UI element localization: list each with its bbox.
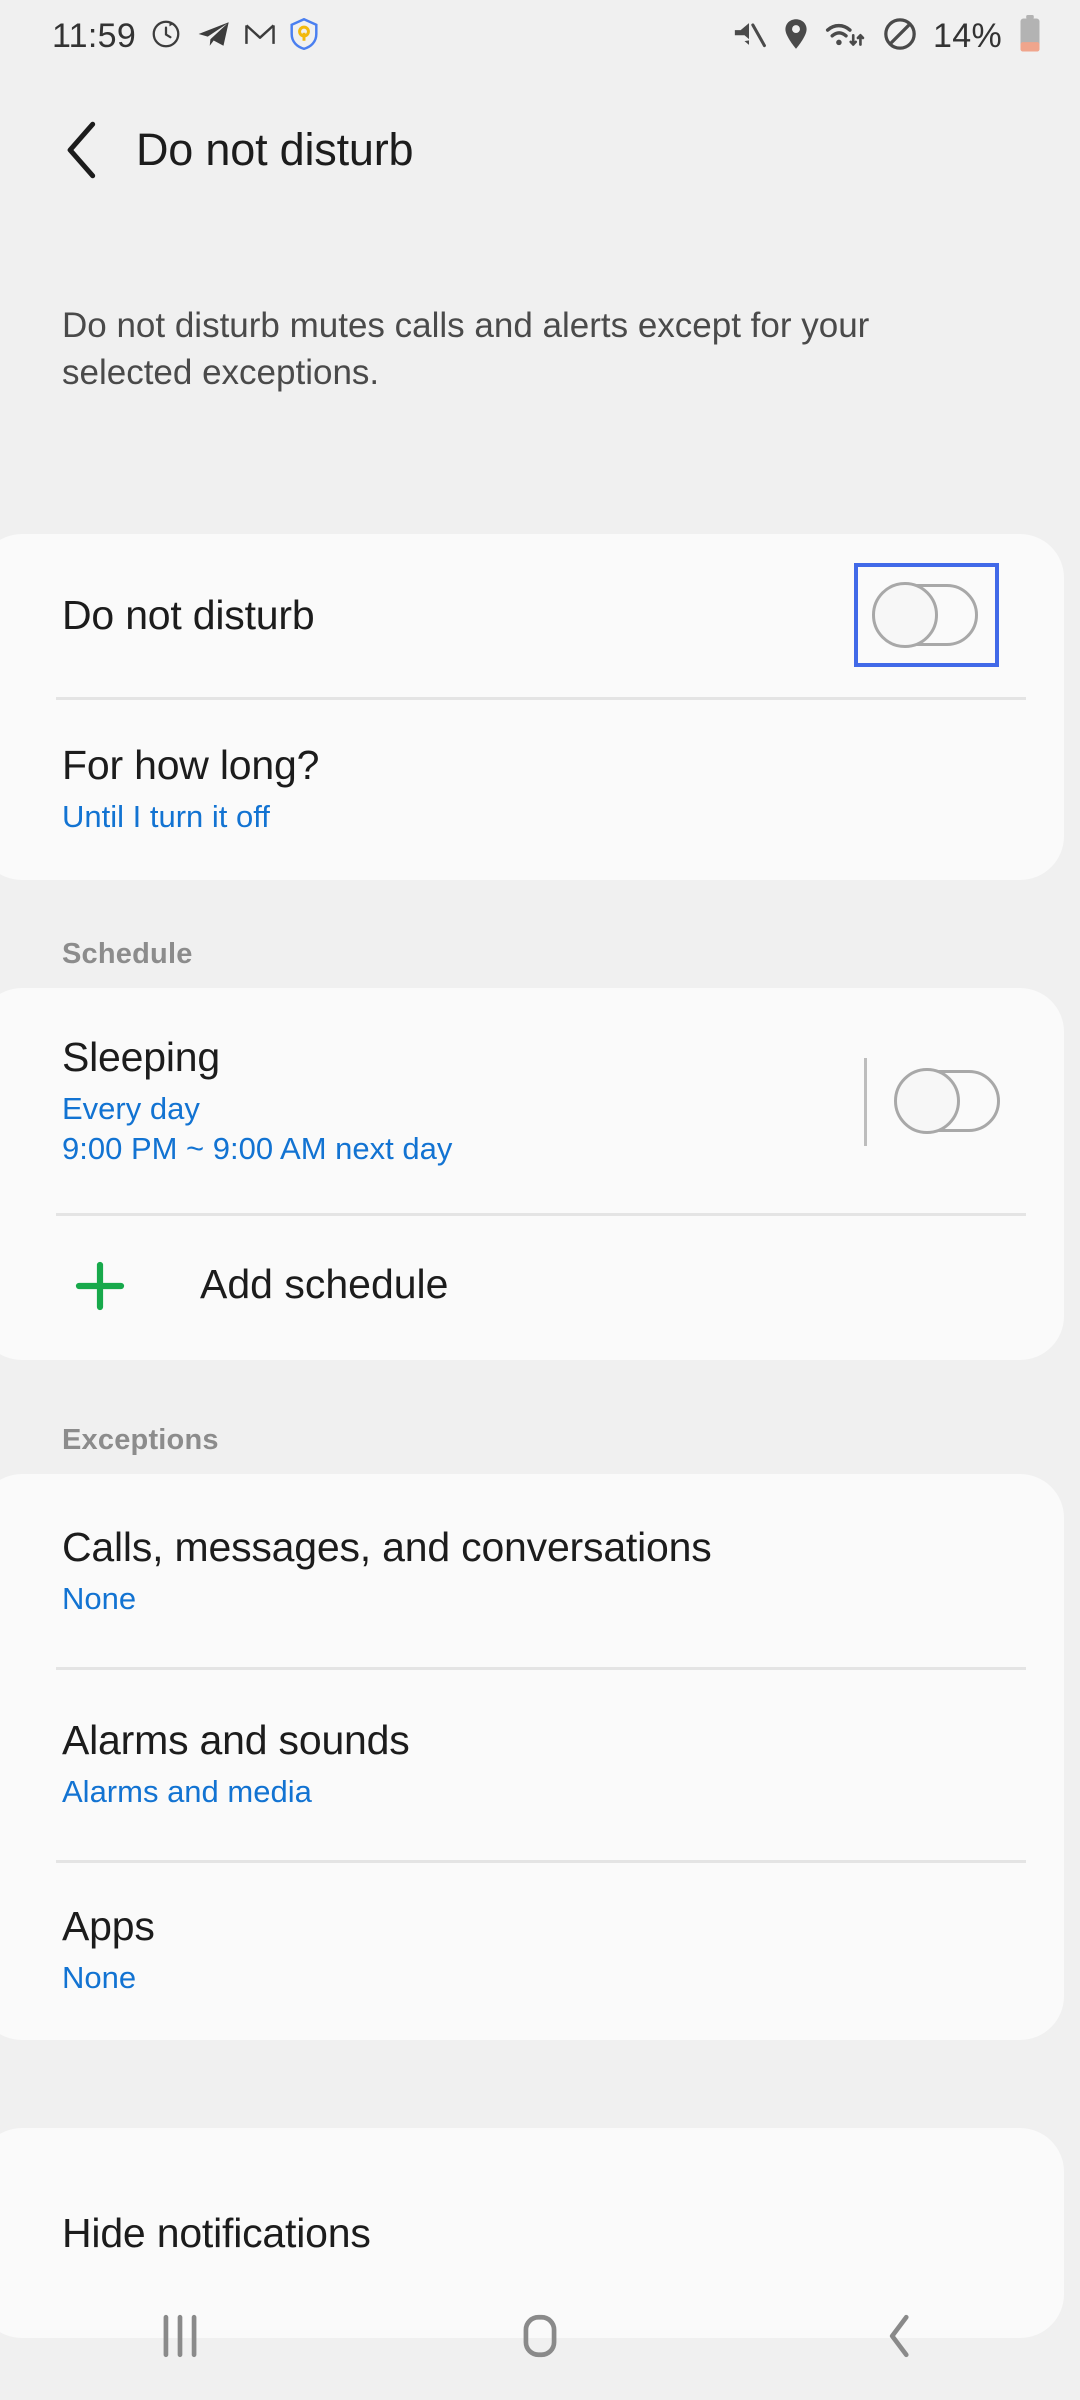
sleeping-toggle-switch[interactable] <box>894 1068 1000 1134</box>
apps-row-text: Apps None <box>0 1903 155 1997</box>
duration-row-title: For how long? <box>62 741 320 788</box>
wifi-icon <box>825 18 867 55</box>
status-bar: 11:59 14% <box>0 0 1080 72</box>
do-not-disturb-icon <box>883 17 917 56</box>
duration-row[interactable]: For how long? Until I turn it off <box>0 697 1064 880</box>
calls-row-text: Calls, messages, and conversations None <box>0 1524 712 1618</box>
dnd-row-text: Do not disturb <box>0 592 315 639</box>
telegram-icon <box>196 19 230 54</box>
exceptions-section-header: Exceptions <box>62 1424 219 1456</box>
mute-icon <box>731 18 767 55</box>
dnd-row[interactable]: Do not disturb <box>0 534 1064 697</box>
sleeping-row-title: Sleeping <box>62 1033 220 1080</box>
status-bar-left: 11:59 <box>52 17 318 56</box>
sleeping-toggle[interactable] <box>894 1068 1000 1134</box>
hide-notifications-text: Hide notifications <box>0 2210 371 2257</box>
dnd-toggle-focus-outline <box>854 563 999 667</box>
calls-row-value: None <box>62 1580 137 1616</box>
gmail-icon <box>244 21 276 52</box>
screen-root: 11:59 14% Do not disturb Do not disturb … <box>0 0 1080 2400</box>
alarms-row-title: Alarms and sounds <box>62 1716 410 1763</box>
sleeping-toggle-knob <box>894 1068 960 1134</box>
page-description: Do not disturb mutes calls and alerts ex… <box>62 306 870 392</box>
battery-percent-label: 14% <box>933 16 1002 55</box>
calls-row-title: Calls, messages, and conversations <box>62 1523 712 1570</box>
clock-alarm-icon <box>150 18 182 55</box>
dnd-row-title: Do not disturb <box>62 592 315 638</box>
back-chevron-icon[interactable] <box>52 119 114 181</box>
sleeping-row-time: 9:00 PM ~ 9:00 AM next day <box>62 1130 453 1166</box>
schedule-section-header: Schedule <box>62 938 193 970</box>
apps-row-value: None <box>62 1960 137 1996</box>
alarms-row-value: Alarms and media <box>62 1773 312 1809</box>
duration-row-text: For how long? Until I turn it off <box>0 742 319 836</box>
add-schedule-label: Add schedule <box>200 1261 449 1307</box>
alarms-row-text: Alarms and sounds Alarms and media <box>0 1717 410 1811</box>
hide-notifications-title: Hide notifications <box>62 2209 371 2256</box>
exception-row-calls[interactable]: Calls, messages, and conversations None <box>0 1474 1064 1667</box>
recents-icon[interactable] <box>0 2311 360 2361</box>
status-bar-clock: 11:59 <box>52 16 137 55</box>
exceptions-card: Calls, messages, and conversations None … <box>0 1474 1064 2040</box>
duration-row-value: Until I turn it off <box>62 798 270 834</box>
battery-icon <box>1018 14 1042 58</box>
plus-icon <box>74 1260 126 1312</box>
status-bar-right: 14% <box>731 14 1042 58</box>
location-icon <box>783 18 809 55</box>
navigation-bar <box>0 2272 1080 2400</box>
schedule-item-sleeping[interactable]: Sleeping Every day 9:00 PM ~ 9:00 AM nex… <box>0 988 1064 1213</box>
authenticator-icon <box>290 17 318 55</box>
title-bar: Do not disturb <box>0 95 1080 205</box>
exception-row-alarms[interactable]: Alarms and sounds Alarms and media <box>0 1667 1064 1860</box>
sleeping-row-text: Sleeping Every day 9:00 PM ~ 9:00 AM nex… <box>0 1034 452 1168</box>
add-schedule-row[interactable]: Add schedule <box>0 1213 1064 1360</box>
sleeping-row-vertical-divider <box>864 1058 867 1146</box>
page-title: Do not disturb <box>136 124 414 175</box>
sleeping-row-days: Every day <box>62 1090 200 1126</box>
home-icon[interactable] <box>360 2311 720 2361</box>
back-icon[interactable] <box>720 2311 1080 2361</box>
apps-row-title: Apps <box>62 1903 155 1950</box>
schedule-card: Sleeping Every day 9:00 PM ~ 9:00 AM nex… <box>0 988 1064 1360</box>
exception-row-apps[interactable]: Apps None <box>0 1860 1064 2040</box>
dnd-card: Do not disturb For how long? Until I tur… <box>0 534 1064 880</box>
